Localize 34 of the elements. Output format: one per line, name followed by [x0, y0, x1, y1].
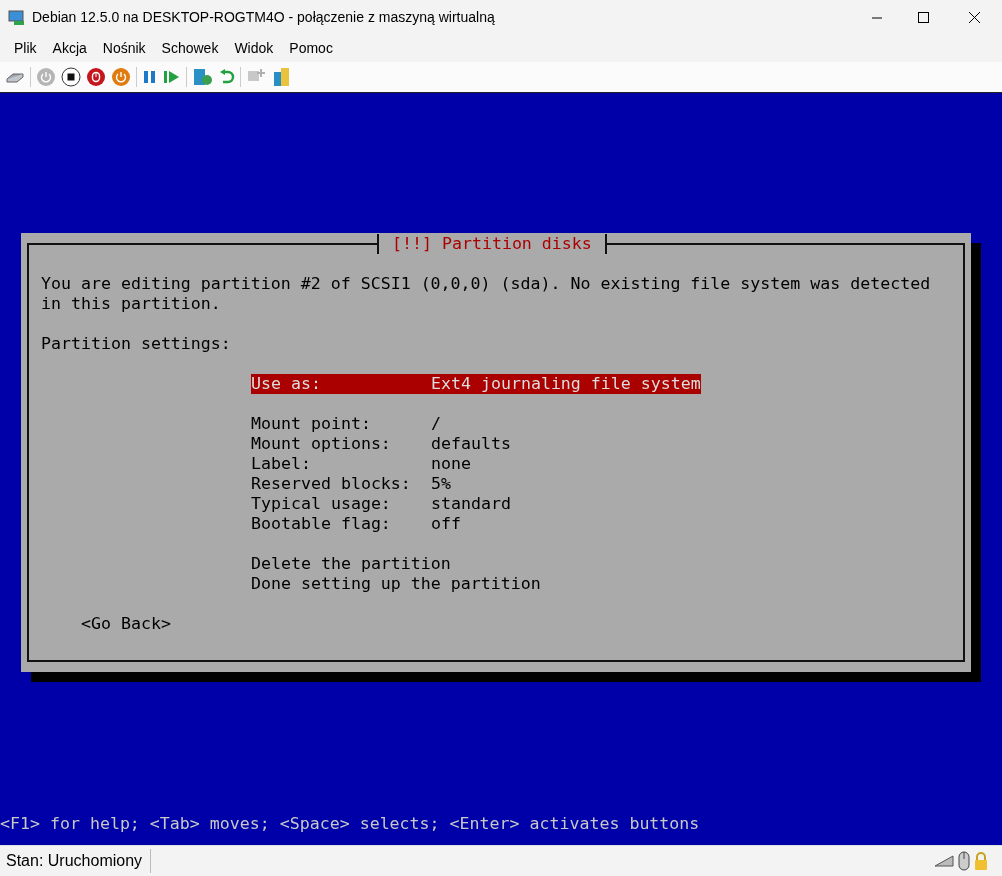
power-icon[interactable]	[111, 67, 131, 87]
close-icon[interactable]	[968, 12, 980, 23]
dialog-title: [!!] Partition disks	[377, 234, 607, 254]
menu-item[interactable]: Akcja	[46, 38, 93, 59]
partition-setting[interactable]: Reserved blocks: 5%	[251, 474, 701, 494]
undo-icon[interactable]	[219, 68, 235, 86]
partition-setting[interactable]: Mount options: defaults	[251, 434, 701, 454]
stop-icon[interactable]	[61, 67, 81, 87]
help-line: <F1> for help; <Tab> moves; <Space> selects; <Enter> activates buttons	[0, 814, 701, 834]
partition-setting[interactable]: Mount point: /	[251, 414, 701, 434]
partition-setting[interactable]: Use as: Ext4 journaling file system	[251, 374, 701, 394]
maximize-icon[interactable]	[917, 12, 929, 23]
mouse-icon	[958, 851, 970, 871]
menu-item[interactable]: Plik	[8, 38, 43, 59]
play-icon[interactable]	[163, 69, 181, 85]
menu-item[interactable]: Pomoc	[283, 38, 339, 59]
monitor-icon	[8, 9, 26, 26]
pause-icon[interactable]	[142, 69, 158, 85]
section-label: Partition settings:	[41, 334, 232, 354]
partition-action[interactable]: Delete the partition	[251, 554, 451, 574]
status-text: Stan: Uruchomiony	[6, 851, 143, 871]
dialog-message: You are editing partition #2 of SCSI1 (0,0,0) (sda). No existing file system was detected in this partition.	[41, 274, 932, 314]
partition-setting[interactable]: Typical usage: standard	[251, 494, 701, 514]
lock-icon	[974, 851, 988, 871]
partition-setting[interactable]: Bootable flag: off	[251, 514, 701, 534]
menu-item[interactable]: Widok	[228, 38, 280, 59]
partition-action[interactable]: Done setting up the partition	[251, 574, 541, 594]
partition-setting[interactable]: Label: none	[251, 454, 701, 474]
window-title: Debian 12.5.0 na DESKTOP-ROGTM4O - połączenie z maszyną wirtualną	[32, 8, 495, 27]
menu-item[interactable]: Nośnik	[96, 38, 152, 59]
power-icon[interactable]	[86, 67, 106, 87]
vm-screen[interactable]	[0, 92, 1002, 845]
menu-item[interactable]: Schowek	[155, 38, 225, 59]
go-back-button[interactable]: <Go Back>	[81, 614, 171, 634]
